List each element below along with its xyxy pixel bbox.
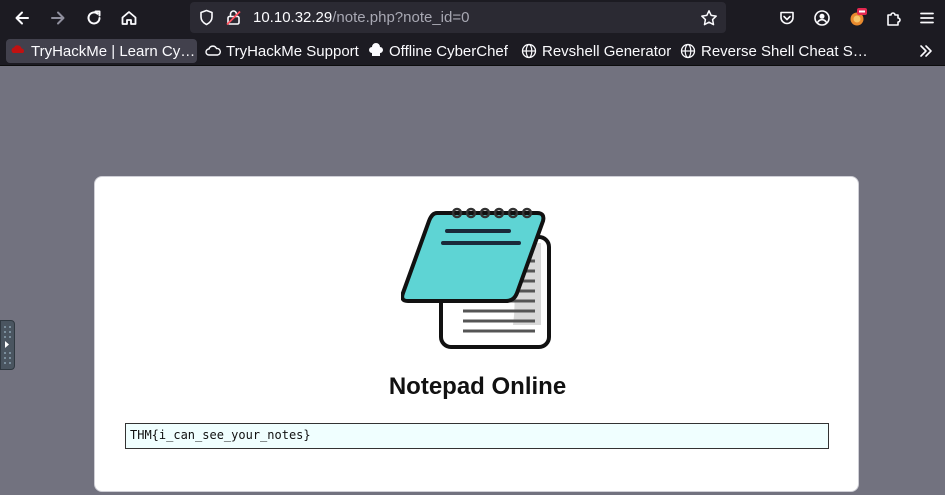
reload-button[interactable] <box>80 4 108 32</box>
url-bar[interactable]: 10.10.32.29/note.php?note_id=0 <box>190 2 726 33</box>
home-icon <box>121 11 137 25</box>
menu-button[interactable] <box>913 4 941 32</box>
bookmark-offline-cyberchef[interactable]: Offline CyberChef <box>364 39 512 63</box>
bookmark-tryhackme[interactable]: TryHackMe | Learn Cy… <box>6 39 197 63</box>
bookmark-tryhackme-support[interactable]: TryHackMe Support <box>201 39 363 63</box>
bookmark-star-icon[interactable] <box>700 9 718 27</box>
chevron-double-right-icon <box>920 45 932 57</box>
cloud-icon <box>205 43 221 59</box>
browser-toolbar: 10.10.32.29/note.php?note_id=0 <box>0 0 945 36</box>
notepad-card: Notepad Online THM{i_can_see_your_notes} <box>94 176 859 492</box>
home-button[interactable] <box>115 4 143 32</box>
bookmark-label: TryHackMe Support <box>226 42 359 60</box>
account-icon <box>814 10 830 26</box>
url-text[interactable]: 10.10.32.29/note.php?note_id=0 <box>253 9 469 26</box>
bookmark-revshell-generator[interactable]: Revshell Generator <box>517 39 675 63</box>
account-button[interactable] <box>808 4 836 32</box>
page-title: Notepad Online <box>388 373 567 400</box>
back-button[interactable] <box>8 4 36 32</box>
extension-badge-icon <box>850 8 867 26</box>
chef-hat-icon <box>368 43 384 59</box>
extension-button[interactable] <box>844 4 872 32</box>
bookmarks-toolbar: TryHackMe | Learn Cy… TryHackMe Support … <box>0 36 945 66</box>
shield-icon <box>200 9 213 26</box>
bookmark-label: Revshell Generator <box>542 42 672 60</box>
pocket-icon <box>780 11 794 25</box>
notepad-logo-icon <box>401 207 551 349</box>
puzzle-icon <box>887 12 901 26</box>
bookmark-label: TryHackMe | Learn Cy… <box>31 42 196 60</box>
grip-dots-icon <box>4 326 11 364</box>
extensions-button[interactable] <box>880 4 908 32</box>
reload-icon <box>87 10 101 25</box>
bookmark-label: Reverse Shell Cheat S… <box>701 42 868 60</box>
hamburger-menu-icon <box>920 12 934 24</box>
more-bookmarks-button[interactable] <box>914 39 938 63</box>
pocket-button[interactable] <box>773 4 801 32</box>
bookmark-label: Offline CyberChef <box>389 42 508 60</box>
insecure-lock-icon <box>226 10 241 26</box>
arrow-right-icon <box>51 11 65 25</box>
forward-button[interactable] <box>44 4 72 32</box>
globe-icon <box>680 43 696 59</box>
note-content-field[interactable]: THM{i_can_see_your_notes} <box>125 423 829 449</box>
side-panel-handle[interactable] <box>0 320 15 370</box>
url-host: 10.10.32.29 <box>253 9 333 26</box>
globe-icon <box>521 43 537 59</box>
tryhackme-icon <box>10 43 26 59</box>
url-path: /note.php?note_id=0 <box>332 9 470 26</box>
bookmark-reverse-shell-cheat-sheet[interactable]: Reverse Shell Cheat S… <box>676 39 872 63</box>
arrow-left-icon <box>15 11 29 25</box>
